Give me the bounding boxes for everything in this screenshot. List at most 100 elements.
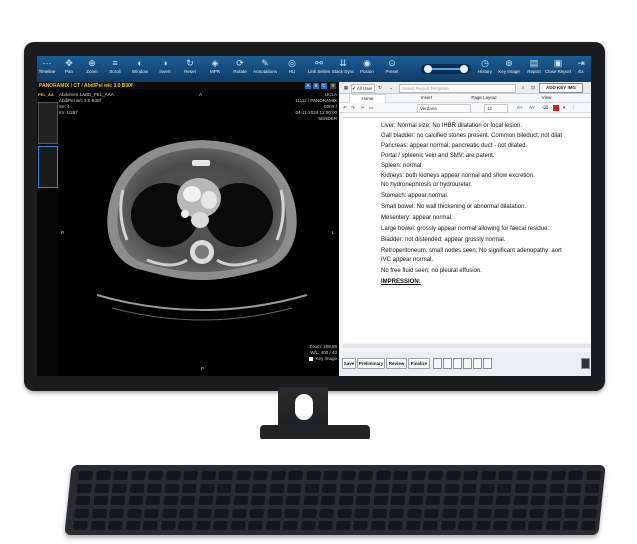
exit-icon: ⇥	[577, 58, 585, 68]
slider-handle-right[interactable]	[460, 65, 468, 73]
copy-icon[interactable]	[443, 358, 452, 369]
more-options-icon[interactable]: ⋮	[571, 104, 576, 111]
report-template-select[interactable]: Select Report Template	[399, 84, 516, 93]
keyboard	[64, 465, 606, 535]
keyboard-key	[512, 496, 528, 505]
user-select[interactable]: ✔ All User	[351, 84, 375, 93]
keyboard-key	[339, 483, 355, 493]
keyboard-key	[125, 521, 141, 530]
key-image-checkbox[interactable]	[309, 356, 314, 361]
tab-page-layout[interactable]: Page Layout	[459, 94, 509, 102]
cut-icon[interactable]: ✂	[361, 104, 365, 111]
overlay-top-right: UCLA 11111 / PANORAMIX 000Y / 04-11-2024…	[295, 92, 337, 122]
report-line: Kidneys: both kidneys appear normal and …	[381, 173, 535, 179]
slider-handle-left[interactable]	[424, 65, 432, 73]
keyboard-icon[interactable]	[581, 358, 590, 369]
keyboard-key	[547, 496, 563, 505]
tool-ex[interactable]: ⇥ Ex	[565, 58, 591, 80]
keyboard-key	[527, 521, 543, 530]
series-thumbnail[interactable]	[38, 102, 58, 144]
report-menu-icon[interactable]: ▦	[342, 84, 350, 91]
keyboard-key	[550, 471, 566, 480]
report-line: Retroperitoneum: small nodes seen; No si…	[381, 248, 562, 254]
keyboard-key	[425, 496, 441, 505]
keyboard-key	[320, 496, 336, 505]
tab-insert[interactable]: Insert	[409, 94, 444, 102]
font-family-select[interactable]: Verdana	[417, 104, 471, 113]
keyboard-key	[410, 471, 426, 480]
font-size-select[interactable]: 12	[484, 104, 508, 113]
report-line: IVC appear normal.	[381, 257, 434, 263]
review-button[interactable]: Review	[386, 358, 407, 369]
finalize-button[interactable]: Finalize	[408, 358, 430, 369]
ribbon-tabs: Home Insert Page Layout View	[339, 94, 591, 103]
sagittal-view-button[interactable]: S	[313, 83, 319, 89]
keyboard-key	[358, 471, 374, 480]
keyboard-key	[375, 471, 391, 480]
keyboard-key	[74, 508, 90, 518]
document-icon[interactable]	[473, 358, 482, 369]
print-icon[interactable]	[463, 358, 472, 369]
keyboard-key	[545, 521, 561, 530]
overlay-bottom-right: Zoom: 208.59 W/L: 400 / 40	[309, 344, 337, 356]
orientation-bottom: P	[201, 366, 205, 371]
keyboard-key	[199, 483, 215, 493]
report-document[interactable]: Liver: Normal size; No IHBR dilatation o…	[343, 118, 591, 342]
keyboard-key	[442, 496, 458, 505]
keyboard-key	[533, 471, 549, 480]
keyboard-key	[496, 483, 512, 493]
paste-icon[interactable]: ▭	[369, 104, 373, 111]
coronal-view-button[interactable]: C	[321, 83, 327, 89]
orientation-left: R	[61, 230, 65, 235]
text-color-swatch[interactable]	[553, 105, 559, 111]
check-icon: ✔	[352, 86, 356, 91]
tab-home[interactable]: Home	[349, 94, 386, 103]
keyboard-key	[76, 483, 92, 493]
export-icon[interactable]	[483, 358, 492, 369]
keyboard-key	[251, 483, 267, 493]
edit-icon[interactable]	[453, 358, 462, 369]
undo-icon[interactable]: ↶	[343, 104, 347, 111]
keyboard-key	[235, 471, 251, 480]
shrink-font-icon[interactable]: A˅	[529, 104, 535, 111]
keyboard-key	[476, 508, 492, 518]
image-viewer[interactable]: PANORAMIX / CT / Abd/Pel w/c 3.0 B30f A …	[37, 82, 339, 376]
keyboard-key	[562, 521, 578, 530]
keyboard-key	[288, 471, 304, 480]
key-image-toggle[interactable]: Key Image	[309, 356, 337, 362]
save-button[interactable]: Save	[342, 358, 356, 369]
close-viewport-button[interactable]: X	[330, 83, 336, 89]
search-icon[interactable]: ⌕	[519, 84, 527, 91]
grow-font-icon[interactable]: A˄	[517, 104, 523, 111]
slice-range-slider[interactable]	[421, 64, 471, 74]
keyboard-key	[407, 496, 423, 505]
keyboard-key	[95, 471, 111, 480]
dropdown-chevron-icon[interactable]: ⌄	[387, 84, 395, 91]
keyboard-key	[107, 521, 123, 530]
keyboard-key	[269, 483, 285, 493]
preliminary-button[interactable]: Preliminary	[357, 358, 385, 369]
keyboard-key	[179, 508, 195, 518]
clear-format-icon[interactable]: ⌫	[542, 104, 548, 111]
redo-icon[interactable]: ↷	[351, 104, 355, 111]
keyboard-key	[214, 508, 230, 518]
keyboard-key	[302, 496, 318, 505]
series-thumbnail[interactable]	[38, 146, 58, 188]
report-top-bar: ▦ ✔ All User ↻ ⌄ Select Report Template …	[339, 82, 591, 94]
keyboard-key	[424, 508, 440, 518]
keyboard-key	[197, 496, 213, 505]
keyboard-key	[405, 521, 421, 530]
tab-view[interactable]: View	[529, 94, 564, 102]
axial-view-button[interactable]: A	[305, 83, 311, 89]
keyboard-key	[531, 483, 547, 493]
keyboard-key	[460, 496, 476, 505]
keyboard-key	[300, 521, 316, 530]
horizontal-scrollbar[interactable]	[343, 344, 591, 348]
template-nav-icon[interactable]: ⊡	[529, 84, 537, 91]
refresh-icon[interactable]: ↻	[376, 84, 384, 91]
tool-preset[interactable]: ⊙ Preset	[376, 58, 408, 80]
add-key-image-button[interactable]: ADD KEY IMG	[539, 83, 583, 93]
text-color-dropdown-icon[interactable]: ▾	[563, 104, 565, 111]
keyboard-key	[145, 496, 161, 505]
attach-icon[interactable]	[433, 358, 442, 369]
